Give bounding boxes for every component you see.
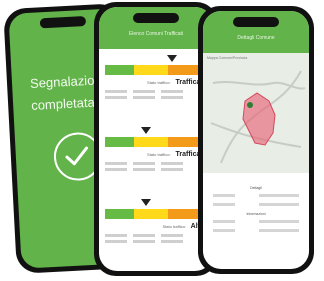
card-details <box>105 90 207 102</box>
map-graphic <box>210 70 306 164</box>
map-label: Mappa Comune/Provincia <box>207 56 248 60</box>
traffic-meter <box>105 65 207 75</box>
list-header: Elenco Comuni Trafficati <box>99 7 213 49</box>
map-header: Dettagli Comune <box>203 11 309 53</box>
pin-icon <box>141 199 151 209</box>
details-section: Dettagli Informazioni <box>213 181 299 238</box>
phone-notch <box>39 15 87 29</box>
list-item[interactable]: Stato traffico: Trafficato <box>105 127 207 187</box>
list-item[interactable]: Stato traffico: Altro <box>105 199 207 259</box>
traffic-level-label: Stato traffico: <box>147 80 171 85</box>
traffic-level-label: Stato traffico: <box>162 224 186 229</box>
list-item[interactable]: Stato traffico: Trafficato <box>105 55 207 115</box>
pin-icon <box>141 127 151 137</box>
map-screen: Dettagli Comune Mappa Comune/Provincia D… <box>203 11 309 269</box>
traffic-meter <box>105 209 207 219</box>
map-header-title: Dettagli Comune <box>237 35 275 41</box>
card-details <box>105 162 207 174</box>
list-screen: Elenco Comuni Trafficati Stato traffico:… <box>99 7 213 271</box>
traffic-level-label: Stato traffico: <box>147 152 171 157</box>
card-details <box>105 234 207 246</box>
traffic-meter <box>105 137 207 147</box>
list-header-title: Elenco Comuni Trafficati <box>128 31 184 37</box>
section-title-informazioni: Informazioni <box>246 212 266 216</box>
phone-notch <box>133 13 179 23</box>
pin-icon <box>167 55 177 65</box>
phone-notch <box>233 17 279 27</box>
map-view[interactable]: Mappa Comune/Provincia <box>203 53 309 173</box>
section-title-dettagli: Dettagli <box>250 186 262 190</box>
phone-map: Dettagli Comune Mappa Comune/Provincia D… <box>198 6 314 274</box>
